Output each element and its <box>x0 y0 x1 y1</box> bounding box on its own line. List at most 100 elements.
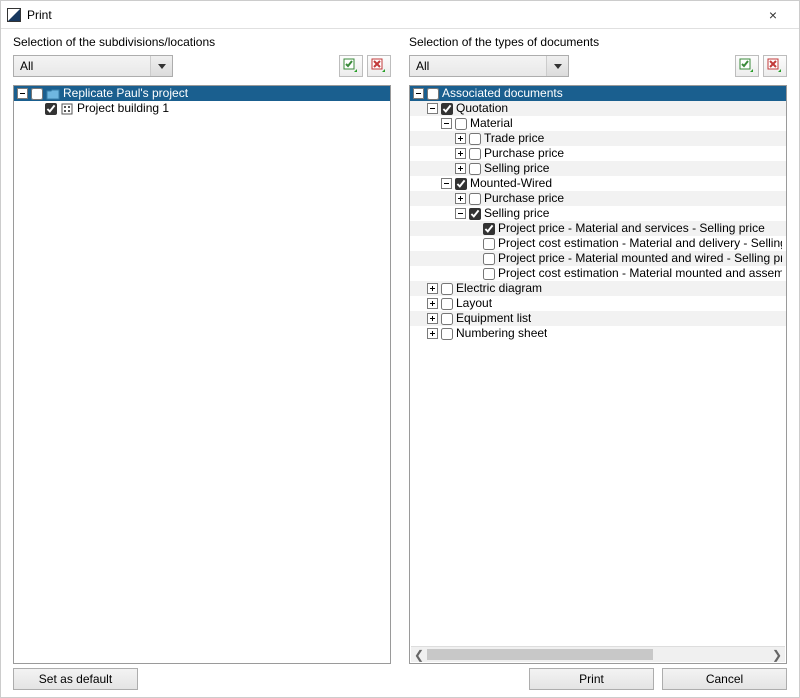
expand-icon[interactable] <box>427 283 438 294</box>
collapse-icon[interactable] <box>413 88 424 99</box>
tree-row[interactable]: Project cost estimation - Material and d… <box>410 236 786 251</box>
collapse-icon[interactable] <box>455 208 466 219</box>
tree-checkbox[interactable] <box>469 148 481 160</box>
cancel-button[interactable]: Cancel <box>662 668 787 690</box>
tree-row[interactable]: Numbering sheet <box>410 326 786 341</box>
tree-label: Material <box>470 116 513 131</box>
locations-header: Selection of the subdivisions/locations <box>13 33 391 53</box>
tree-row[interactable]: Quotation <box>410 101 786 116</box>
tree-checkbox[interactable] <box>441 283 453 295</box>
tree-label: Purchase price <box>484 191 564 206</box>
tree-row[interactable]: Trade price <box>410 131 786 146</box>
documents-check-all-button[interactable] <box>735 55 759 77</box>
collapse-icon[interactable] <box>441 178 452 189</box>
chevron-down-icon <box>546 56 568 76</box>
locations-tree[interactable]: Replicate Paul's projectProject building… <box>13 85 391 664</box>
tree-label: Project building 1 <box>77 101 169 116</box>
tree-row[interactable]: Layout <box>410 296 786 311</box>
documents-toolbar: All <box>409 53 787 79</box>
tree-label: Trade price <box>484 131 544 146</box>
tree-row[interactable]: Selling price <box>410 206 786 221</box>
expand-icon[interactable] <box>455 163 466 174</box>
tree-label: Mounted-Wired <box>470 176 552 191</box>
tree-label: Project price - Material and services - … <box>498 221 765 236</box>
tree-label: Purchase price <box>484 146 564 161</box>
scroll-thumb[interactable] <box>427 649 653 660</box>
tree-checkbox[interactable] <box>483 238 495 250</box>
app-icon <box>7 8 21 22</box>
tree-row[interactable]: Electric diagram <box>410 281 786 296</box>
check-all-icon <box>343 58 359 74</box>
tree-checkbox[interactable] <box>441 298 453 310</box>
tree-label: Project price - Material mounted and wir… <box>498 251 782 266</box>
locations-check-all-button[interactable] <box>339 55 363 77</box>
scroll-left-arrow-icon[interactable]: ❮ <box>411 647 427 663</box>
tree-label: Numbering sheet <box>456 326 547 341</box>
horizontal-scrollbar[interactable]: ❮ ❯ <box>411 646 785 662</box>
close-icon: × <box>769 7 777 23</box>
tree-label: Associated documents <box>442 86 563 101</box>
tree-checkbox[interactable] <box>441 313 453 325</box>
tree-checkbox[interactable] <box>455 178 467 190</box>
main-area: Selection of the subdivisions/locations … <box>1 29 799 664</box>
tree-row[interactable]: Selling price <box>410 161 786 176</box>
locations-toolbar: All <box>13 53 391 79</box>
building-icon <box>60 103 74 115</box>
tree-label: Layout <box>456 296 492 311</box>
tree-row[interactable]: Replicate Paul's project <box>14 86 390 101</box>
tree-label: Equipment list <box>456 311 531 326</box>
print-button[interactable]: Print <box>529 668 654 690</box>
tree-row[interactable]: Purchase price <box>410 191 786 206</box>
expand-icon[interactable] <box>427 313 438 324</box>
expand-icon[interactable] <box>427 328 438 339</box>
combo-text: All <box>14 56 150 76</box>
collapse-icon[interactable] <box>441 118 452 129</box>
tree-checkbox[interactable] <box>483 268 495 280</box>
documents-pane: Selection of the types of documents All … <box>409 33 787 664</box>
documents-filter-combo[interactable]: All <box>409 55 569 77</box>
tree-checkbox[interactable] <box>483 253 495 265</box>
tree-row[interactable]: Equipment list <box>410 311 786 326</box>
tree-row[interactable]: Project price - Material and services - … <box>410 221 786 236</box>
tree-checkbox[interactable] <box>455 118 467 130</box>
tree-checkbox[interactable] <box>469 133 481 145</box>
tree-row[interactable]: Project price - Material mounted and wir… <box>410 251 786 266</box>
documents-tree[interactable]: Associated documentsQuotationMaterialTra… <box>409 85 787 664</box>
tree-checkbox[interactable] <box>441 103 453 115</box>
collapse-icon[interactable] <box>427 103 438 114</box>
tree-label: Replicate Paul's project <box>63 86 188 101</box>
scroll-right-arrow-icon[interactable]: ❯ <box>769 647 785 663</box>
tree-checkbox[interactable] <box>469 163 481 175</box>
tree-checkbox[interactable] <box>469 208 481 220</box>
tree-row[interactable]: Project building 1 <box>14 101 390 116</box>
chevron-down-icon <box>150 56 172 76</box>
set-as-default-button[interactable]: Set as default <box>13 668 138 690</box>
close-button[interactable]: × <box>753 4 793 26</box>
tree-label: Electric diagram <box>456 281 542 296</box>
tree-checkbox[interactable] <box>45 103 57 115</box>
tree-row[interactable]: Material <box>410 116 786 131</box>
expand-icon[interactable] <box>427 298 438 309</box>
tree-checkbox[interactable] <box>483 223 495 235</box>
documents-uncheck-all-button[interactable] <box>763 55 787 77</box>
expand-icon[interactable] <box>455 148 466 159</box>
uncheck-all-icon <box>371 58 387 74</box>
expand-icon[interactable] <box>455 193 466 204</box>
titlebar: Print × <box>1 1 799 29</box>
combo-text: All <box>410 56 546 76</box>
expand-icon[interactable] <box>455 133 466 144</box>
tree-row[interactable]: Associated documents <box>410 86 786 101</box>
tree-checkbox[interactable] <box>31 88 43 100</box>
uncheck-all-icon <box>767 58 783 74</box>
tree-row[interactable]: Purchase price <box>410 146 786 161</box>
tree-checkbox[interactable] <box>427 88 439 100</box>
tree-row[interactable]: Project cost estimation - Material mount… <box>410 266 786 281</box>
collapse-icon[interactable] <box>17 88 28 99</box>
tree-row[interactable]: Mounted-Wired <box>410 176 786 191</box>
locations-uncheck-all-button[interactable] <box>367 55 391 77</box>
tree-checkbox[interactable] <box>441 328 453 340</box>
window-title: Print <box>27 8 753 22</box>
tree-label: Quotation <box>456 101 508 116</box>
tree-checkbox[interactable] <box>469 193 481 205</box>
locations-filter-combo[interactable]: All <box>13 55 173 77</box>
